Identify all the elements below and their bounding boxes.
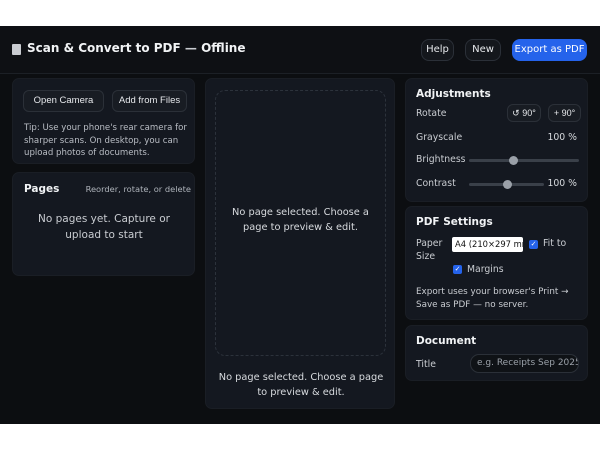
capture-panel: Open Camera Add from Files Tip: Use your… (12, 78, 195, 164)
adjustments-title: Adjustments (416, 88, 491, 100)
fit-checkbox[interactable]: ✓ (529, 240, 538, 249)
pages-empty-message: No pages yet. Capture or upload to start (38, 213, 170, 241)
pdf-export-note: Export uses your browser's Print → Save … (416, 287, 569, 310)
brightness-label: Brightness (416, 154, 466, 165)
rotate-label: Rotate (416, 108, 447, 119)
document-title-input[interactable]: e.g. Receipts Sep 2025 (470, 354, 579, 373)
preview-status-message: No page selected. Choose a page to previ… (218, 372, 384, 398)
rotate-left-button[interactable]: ↺ 90° (507, 104, 541, 122)
add-from-files-button[interactable]: Add from Files (112, 90, 187, 112)
header: Scan & Convert to PDF — Offline Help New… (0, 26, 600, 74)
preview-message: No page selected. Choose a page to previ… (232, 207, 369, 233)
document-title: Document (416, 335, 477, 347)
capture-tip: Tip: Use your phone's rear camera for sh… (24, 123, 187, 158)
fit-label: Fit to (543, 238, 567, 249)
preview-area[interactable]: No page selected. Choose a page to previ… (215, 90, 386, 356)
app-window: Scan & Convert to PDF — Offline Help New… (0, 26, 600, 424)
brightness-slider[interactable] (469, 156, 579, 165)
pdf-settings-panel: PDF Settings Paper Size A4 (210×297 mm) … (405, 206, 588, 320)
margins-label: Margins (467, 264, 504, 275)
new-button[interactable]: New (465, 39, 501, 61)
app-title: Scan & Convert to PDF — Offline (27, 41, 246, 55)
adjustments-panel: Adjustments Rotate ↺ 90° + 90° Grayscale… (405, 78, 588, 202)
rotate-right-button[interactable]: + 90° (548, 104, 581, 122)
contrast-value: 100 % (547, 178, 577, 189)
offline-status: Offline (201, 41, 246, 55)
grayscale-label: Grayscale (416, 132, 463, 143)
contrast-label: Contrast (416, 178, 456, 189)
paper-size-label: Paper Size (416, 238, 443, 262)
contrast-slider-thumb[interactable] (502, 180, 512, 189)
open-camera-button[interactable]: Open Camera (23, 90, 104, 112)
pdf-settings-title: PDF Settings (416, 216, 493, 228)
preview-panel: No page selected. Choose a page to previ… (205, 78, 395, 409)
title-label: Title (416, 359, 436, 370)
pages-hint: Reorder, rotate, or delete (85, 184, 191, 194)
help-button[interactable]: Help (421, 39, 454, 61)
document-icon (12, 44, 21, 55)
pages-title: Pages (24, 183, 60, 195)
margins-checkbox[interactable]: ✓ (453, 265, 462, 274)
grayscale-value: 100 % (547, 132, 577, 143)
export-pdf-button[interactable]: Export as PDF (512, 39, 587, 61)
paper-size-select[interactable]: A4 (210×297 mm) (452, 237, 523, 252)
brightness-slider-thumb[interactable] (509, 156, 518, 165)
pages-panel: Pages Reorder, rotate, or delete No page… (12, 172, 195, 276)
contrast-slider[interactable] (469, 180, 544, 189)
